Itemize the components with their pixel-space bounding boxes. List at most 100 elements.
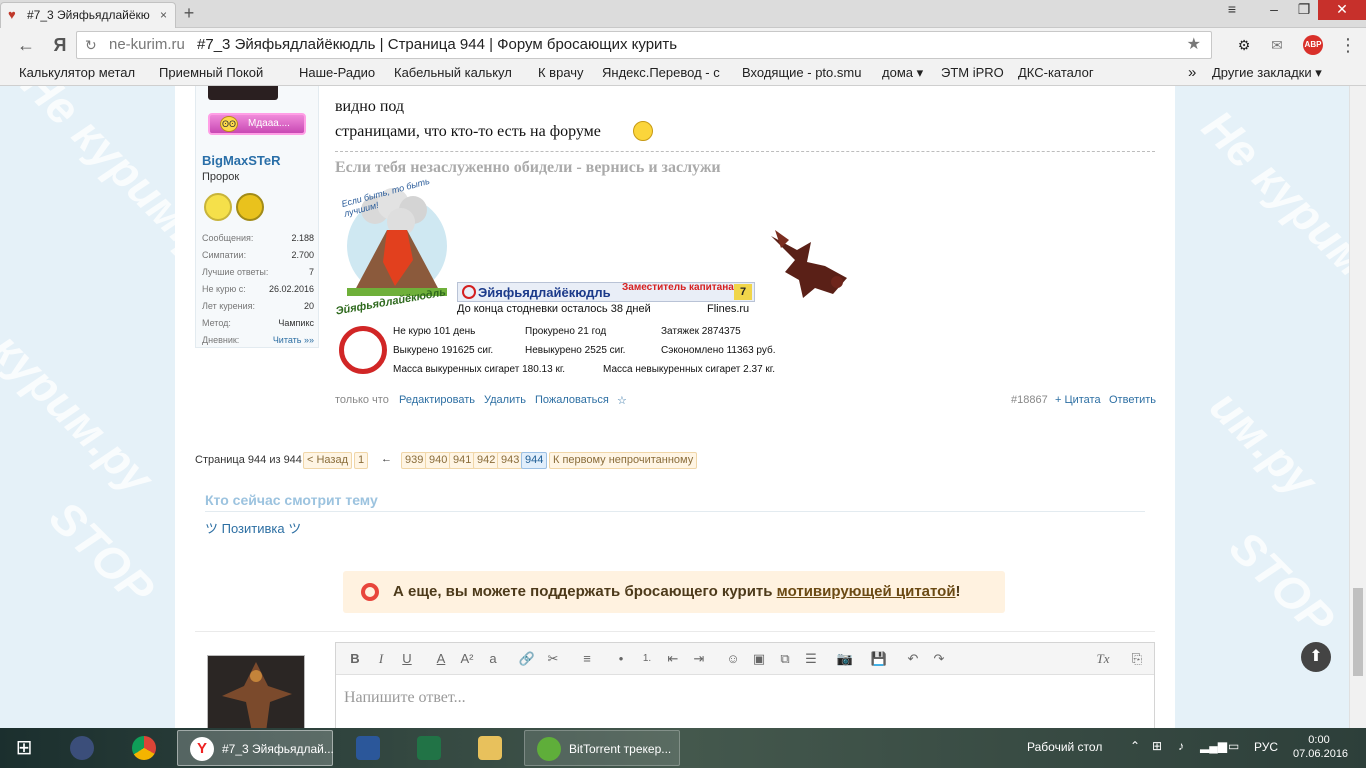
taskbar-app[interactable] xyxy=(405,730,451,766)
bookmark-folder[interactable]: дома ▾ xyxy=(882,62,932,84)
unlink-icon[interactable]: ✂ xyxy=(544,650,562,668)
other-bookmarks[interactable]: Другие закладки ▾ xyxy=(1212,62,1322,84)
reply-link[interactable]: Ответить xyxy=(1109,394,1156,406)
network-icon[interactable]: ▂▄▆ xyxy=(1200,739,1227,753)
mail-icon[interactable]: ✉ xyxy=(1266,34,1288,56)
close-window-button[interactable]: ✕ xyxy=(1318,0,1366,20)
bookmark-item[interactable]: Наше-Радио xyxy=(299,62,383,84)
numbered-list-icon[interactable]: 1. xyxy=(638,650,656,668)
bookmark-item[interactable]: Калькулятор метал xyxy=(19,62,144,84)
smilie-icon[interactable]: ☺ xyxy=(724,650,742,668)
italic-icon[interactable]: I xyxy=(372,650,390,668)
browser-menu-icon[interactable]: ⋮ xyxy=(1338,34,1358,56)
page-scrollbar[interactable] xyxy=(1349,86,1366,728)
report-link[interactable]: Пожаловаться xyxy=(535,394,609,406)
toggle-bbcode-icon[interactable]: ⎘ xyxy=(1128,650,1146,668)
star-icon[interactable]: ☆ xyxy=(617,394,627,407)
post-number-link[interactable]: #18867 xyxy=(1011,394,1048,406)
browser-app-icon xyxy=(70,736,94,760)
text-color-icon[interactable]: A xyxy=(432,650,450,668)
quote-promo-link[interactable]: мотивирующей цитатой xyxy=(777,583,956,600)
clock[interactable]: 0:00 07.06.2016 xyxy=(1293,733,1348,761)
forum-content: ʘʘ Мдааа.... BigMaxSTeR Пророк Сообщения… xyxy=(175,86,1175,728)
delete-link[interactable]: Удалить xyxy=(484,394,526,406)
battery-icon[interactable]: ▭ xyxy=(1228,739,1239,753)
back-arrow-icon[interactable]: ← xyxy=(14,34,38,56)
yandex-logo-icon[interactable]: Я xyxy=(48,34,72,56)
bookmark-item[interactable]: Кабельный калькул xyxy=(394,62,519,84)
mood-badge[interactable]: ʘʘ Мдааа.... xyxy=(208,113,306,135)
page-link[interactable]: 940 xyxy=(425,452,452,469)
page-link[interactable]: 941 xyxy=(449,452,476,469)
avatar[interactable] xyxy=(208,86,278,100)
scrollbar-thumb[interactable] xyxy=(1353,588,1363,676)
first-unread-button[interactable]: К первому непрочитанному xyxy=(549,452,698,469)
indent-icon[interactable]: ⇥ xyxy=(690,650,708,668)
address-bar[interactable]: ↻ ne-kurim.ru #7_3 Эйяфьядлайёкюдль | Ст… xyxy=(76,31,1212,59)
bookmark-star-icon[interactable]: ★ xyxy=(1187,32,1201,58)
reload-icon[interactable]: ↻ xyxy=(85,32,97,58)
start-windows-icon[interactable]: ⊞ xyxy=(0,730,48,766)
new-tab-button[interactable]: + xyxy=(178,2,200,24)
bullet-list-icon[interactable]: • xyxy=(612,650,630,668)
quote-link[interactable]: + Цитата xyxy=(1055,394,1101,406)
medal-icon[interactable] xyxy=(236,193,264,221)
taskbar-app[interactable] xyxy=(466,730,512,766)
watching-user-link[interactable]: ツ Позитивка ツ xyxy=(205,518,301,537)
page-link-current[interactable]: 944 xyxy=(521,452,548,469)
font-family-icon[interactable]: a xyxy=(484,650,502,668)
action-center-icon[interactable]: ⊞ xyxy=(1152,739,1162,753)
bold-icon[interactable]: B xyxy=(346,650,364,668)
watching-title: Кто сейчас смотрит тему xyxy=(205,492,378,508)
image-icon[interactable]: ▣ xyxy=(750,650,768,668)
prev-page-button[interactable]: < Назад xyxy=(303,452,352,469)
tray-expand-icon[interactable]: ⌃ xyxy=(1130,739,1140,753)
reply-input[interactable]: Напишите ответ... xyxy=(344,689,466,707)
insert-more-icon[interactable]: ☰ xyxy=(802,650,820,668)
reply-avatar[interactable] xyxy=(207,655,305,728)
page-link-1[interactable]: 1 xyxy=(354,452,369,469)
bookmark-item[interactable]: ДКС-каталог xyxy=(1018,62,1102,84)
bookmark-item[interactable]: К врачу xyxy=(538,62,590,84)
tab-close-icon[interactable]: × xyxy=(160,3,167,27)
outdent-icon[interactable]: ⇤ xyxy=(664,650,682,668)
edit-link[interactable]: Редактировать xyxy=(399,394,475,406)
clear-format-icon[interactable]: Tx xyxy=(1094,650,1112,668)
taskbar-app-active[interactable]: Y #7_3 Эйяфьядлай... xyxy=(177,730,334,766)
dragon-image xyxy=(767,228,853,300)
align-icon[interactable]: ≡ xyxy=(578,650,596,668)
link-icon[interactable]: 🔗 xyxy=(518,650,536,668)
media-icon[interactable]: ⧉ xyxy=(776,650,794,668)
extension-weather-icon[interactable]: ⚙ xyxy=(1230,34,1258,56)
flines-link[interactable]: Flines.ru xyxy=(707,303,749,315)
page-link[interactable]: 942 xyxy=(473,452,500,469)
camera-icon[interactable]: 📷 xyxy=(836,650,854,668)
page-link[interactable]: 939 xyxy=(401,452,428,469)
volume-icon[interactable]: ♪ xyxy=(1178,739,1184,753)
taskbar-app[interactable] xyxy=(344,730,390,766)
font-size-icon[interactable]: A² xyxy=(458,650,476,668)
underline-icon[interactable]: U xyxy=(398,650,416,668)
medal-icon[interactable] xyxy=(204,193,232,221)
desktop-toolbar[interactable]: Рабочий стол xyxy=(1027,740,1102,754)
taskbar-app[interactable] xyxy=(58,730,104,766)
page-link[interactable]: 943 xyxy=(497,452,524,469)
save-draft-icon[interactable]: 💾 xyxy=(870,650,888,668)
undo-icon[interactable]: ↶ xyxy=(904,650,922,668)
adblock-icon[interactable]: ABP xyxy=(1303,35,1323,55)
scroll-to-top-button[interactable]: ⬆ xyxy=(1301,642,1331,672)
redo-icon[interactable]: ↷ xyxy=(930,650,948,668)
team-banner[interactable]: Эйяфьядлайёкюдль Заместитель капитана 7 xyxy=(457,282,755,302)
username-link[interactable]: BigMaxSTeR xyxy=(202,153,281,168)
window-menu-icon[interactable]: ≡ xyxy=(1210,0,1254,20)
diary-link[interactable]: Читать »» xyxy=(273,335,314,345)
taskbar-app[interactable]: BitTorrent трекер... xyxy=(524,730,680,766)
taskbar-app[interactable] xyxy=(120,730,166,766)
bookmark-item[interactable]: ЭТМ iPRO xyxy=(941,62,1007,84)
bookmark-item[interactable]: Входящие - pto.smu xyxy=(742,62,868,84)
bookmarks-overflow-icon[interactable]: » xyxy=(1188,62,1196,84)
language-indicator[interactable]: РУС xyxy=(1254,740,1278,754)
tab-active[interactable]: ♥ #7_3 Эйяфьядлайёкю × xyxy=(0,2,176,28)
bookmark-item[interactable]: Яндекс.Перевод - с xyxy=(602,62,726,84)
bookmark-item[interactable]: Приемный Покой xyxy=(159,62,283,84)
